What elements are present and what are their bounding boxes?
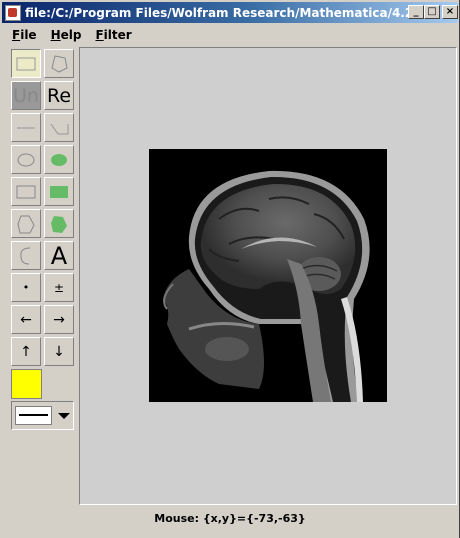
menu-help[interactable]: Help bbox=[51, 28, 82, 42]
move-left-button[interactable]: ← bbox=[11, 305, 41, 334]
undo-button[interactable]: Un bbox=[11, 81, 41, 110]
tool-palette: Un Re A • ± ← → ↑ ↓ bbox=[9, 47, 77, 431]
line-style-dropdown[interactable] bbox=[11, 401, 74, 430]
polyline-icon bbox=[50, 123, 69, 134]
line-style-preview bbox=[15, 406, 52, 425]
move-up-button[interactable]: ↑ bbox=[11, 337, 41, 366]
select-rectangle-icon bbox=[16, 57, 36, 70]
freehand-tool[interactable] bbox=[11, 241, 41, 270]
filled-rectangle-tool[interactable] bbox=[44, 177, 74, 206]
maximize-button[interactable]: □ bbox=[424, 5, 440, 19]
move-down-button[interactable]: ↓ bbox=[44, 337, 74, 366]
point-tool[interactable]: • bbox=[11, 273, 41, 302]
application-window: file:/C:/Program Files/Wolfram Research/… bbox=[0, 0, 460, 538]
close-button[interactable]: × bbox=[442, 5, 458, 19]
menu-bar: File Help Filter bbox=[0, 25, 460, 45]
polygon-filled-icon bbox=[51, 215, 67, 233]
freehand-icon bbox=[20, 247, 31, 264]
filled-polygon-tool[interactable] bbox=[44, 209, 74, 238]
lasso-icon bbox=[51, 54, 68, 73]
select-rectangle-tool[interactable] bbox=[11, 49, 41, 78]
ellipse-outline-icon bbox=[17, 153, 35, 166]
rectangle-tool[interactable] bbox=[11, 177, 41, 206]
fill-color-swatch[interactable] bbox=[11, 369, 42, 399]
mri-brain-sagittal-image bbox=[149, 149, 387, 402]
polyline-tool[interactable] bbox=[44, 113, 74, 142]
rectangle-filled-icon bbox=[50, 185, 68, 198]
plusminus-tool[interactable]: ± bbox=[44, 273, 74, 302]
app-icon bbox=[5, 4, 21, 21]
redo-button[interactable]: Re bbox=[44, 81, 74, 110]
menu-file[interactable]: File bbox=[12, 28, 37, 42]
mouse-coordinates-status: Mouse: {x,y}={-73,-63} bbox=[154, 512, 306, 525]
mri-image[interactable] bbox=[149, 149, 387, 402]
window-title: file:/C:/Program Files/Wolfram Research/… bbox=[25, 5, 421, 20]
line-tool[interactable] bbox=[11, 113, 41, 142]
filled-ellipse-tool[interactable] bbox=[44, 145, 74, 174]
menu-filter[interactable]: Filter bbox=[95, 28, 131, 42]
text-tool[interactable]: A bbox=[44, 241, 74, 270]
move-right-button[interactable]: → bbox=[44, 305, 74, 334]
chevron-down-icon bbox=[58, 413, 70, 419]
ellipse-tool[interactable] bbox=[11, 145, 41, 174]
ellipse-filled-icon bbox=[51, 153, 67, 166]
rectangle-outline-icon bbox=[16, 185, 36, 198]
polygon-tool[interactable] bbox=[11, 209, 41, 238]
minimize-button[interactable]: _ bbox=[408, 5, 424, 19]
line-icon bbox=[17, 127, 35, 128]
polygon-outline-icon bbox=[17, 215, 35, 233]
select-lasso-tool[interactable] bbox=[44, 49, 74, 78]
title-bar[interactable]: file:/C:/Program Files/Wolfram Research/… bbox=[2, 2, 458, 23]
